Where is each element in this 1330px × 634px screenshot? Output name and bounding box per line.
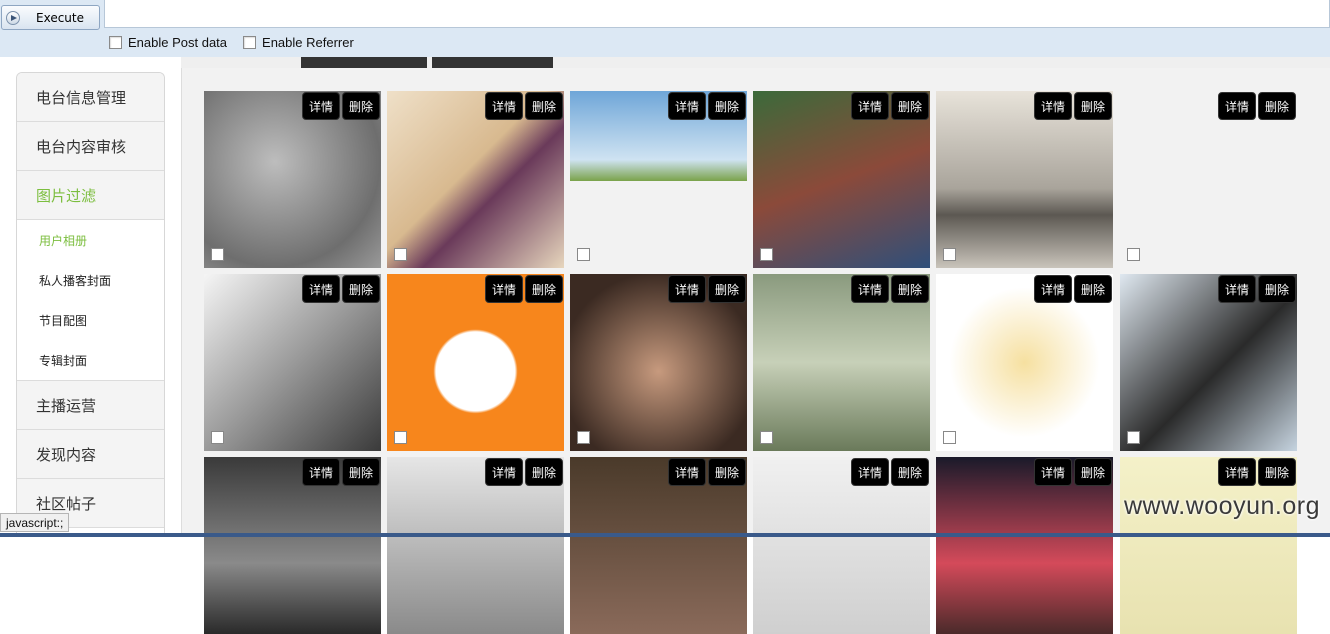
detail-button[interactable]: 详情 (668, 275, 706, 303)
photo-tile: 详情 删除 (570, 457, 747, 634)
photo-tile: 详情 删除 (387, 91, 564, 268)
detail-button[interactable]: 详情 (485, 92, 523, 120)
sidebar: 电台信息管理 电台内容审核 图片过滤 用户相册 私人播客封面 节目配图 专辑封面… (16, 72, 165, 537)
delete-button[interactable]: 删除 (891, 458, 929, 486)
enable-referrer-checkbox[interactable] (243, 36, 257, 49)
select-checkbox[interactable] (760, 431, 773, 444)
watermark: www.wooyun.org (1124, 492, 1320, 520)
url-input[interactable] (104, 0, 1330, 28)
hackbar-toolbar: Execute Enable Post data Enable Referrer (0, 0, 1330, 57)
top-tab-strip (181, 57, 1330, 68)
select-checkbox[interactable] (1127, 431, 1140, 444)
select-checkbox[interactable] (211, 248, 224, 261)
delete-button[interactable]: 删除 (342, 458, 380, 486)
delete-button[interactable]: 删除 (708, 458, 746, 486)
delete-button[interactable]: 删除 (1258, 92, 1296, 120)
photo-tile: 详情 删除 (753, 457, 930, 634)
delete-button[interactable]: 删除 (525, 458, 563, 486)
detail-button[interactable]: 详情 (485, 458, 523, 486)
detail-button[interactable]: 详情 (1218, 275, 1256, 303)
photo-tile: 详情 删除 (204, 274, 381, 451)
select-checkbox[interactable] (943, 248, 956, 261)
delete-button[interactable]: 删除 (708, 275, 746, 303)
sidebar-item-host-operations[interactable]: 主播运营 (17, 381, 164, 430)
delete-button[interactable]: 删除 (1074, 92, 1112, 120)
execute-label: Execute (36, 10, 84, 25)
detail-button[interactable]: 详情 (485, 275, 523, 303)
image-filter-submenu: 用户相册 私人播客封面 节目配图 专辑封面 (17, 220, 164, 381)
detail-button[interactable]: 详情 (1034, 275, 1072, 303)
play-icon (6, 10, 20, 25)
detail-button[interactable]: 详情 (1034, 92, 1072, 120)
delete-button[interactable]: 删除 (342, 275, 380, 303)
delete-button[interactable]: 删除 (342, 92, 380, 120)
taskbar (0, 533, 1330, 537)
photo-tile: 详情 删除 (570, 274, 747, 451)
hackbar-options: Enable Post data Enable Referrer (109, 35, 370, 50)
photo-tile: 详情 删除 (387, 457, 564, 634)
delete-button[interactable]: 删除 (891, 92, 929, 120)
delete-button[interactable]: 删除 (1074, 458, 1112, 486)
enable-referrer-option[interactable]: Enable Referrer (243, 35, 354, 50)
sub-item-album-cover[interactable]: 专辑封面 (17, 340, 164, 380)
photo-tile: 详情 删除 (204, 457, 381, 634)
photo-tile: 详情 删除 (570, 91, 747, 268)
detail-button[interactable]: 详情 (1218, 458, 1256, 486)
detail-button[interactable]: 详情 (302, 275, 340, 303)
select-checkbox[interactable] (577, 431, 590, 444)
delete-button[interactable]: 删除 (1258, 458, 1296, 486)
detail-button[interactable]: 详情 (851, 92, 889, 120)
photo-tile: 详情 删除 (1120, 457, 1297, 634)
sub-item-podcast-cover[interactable]: 私人播客封面 (17, 260, 164, 300)
top-tab[interactable] (432, 57, 553, 68)
photo-tile: 详情 删除 (936, 274, 1113, 451)
sidebar-item-image-filter[interactable]: 图片过滤 (17, 171, 164, 220)
detail-button[interactable]: 详情 (1034, 458, 1072, 486)
detail-button[interactable]: 详情 (851, 275, 889, 303)
select-checkbox[interactable] (943, 431, 956, 444)
sub-item-user-album[interactable]: 用户相册 (17, 220, 164, 260)
delete-button[interactable]: 删除 (1258, 275, 1296, 303)
execute-button[interactable]: Execute (1, 5, 100, 30)
enable-post-data-checkbox[interactable] (109, 36, 122, 49)
top-tab[interactable] (301, 57, 427, 68)
detail-button[interactable]: 详情 (1218, 92, 1256, 120)
photo-tile: 详情 删除 (753, 91, 930, 268)
photo-tile: 详情 删除 (936, 457, 1113, 634)
select-checkbox[interactable] (394, 248, 407, 261)
photo-tile: 详情 删除 (1120, 274, 1297, 451)
enable-post-data-label: Enable Post data (128, 35, 228, 50)
select-checkbox[interactable] (760, 248, 773, 261)
select-checkbox[interactable] (394, 431, 407, 444)
sidebar-item-discover[interactable]: 发现内容 (17, 430, 164, 479)
select-checkbox[interactable] (577, 248, 590, 261)
delete-button[interactable]: 删除 (525, 92, 563, 120)
sidebar-item-station-info[interactable]: 电台信息管理 (17, 73, 164, 122)
photo-tile: 详情 删除 (753, 274, 930, 451)
detail-button[interactable]: 详情 (668, 92, 706, 120)
delete-button[interactable]: 删除 (1074, 275, 1112, 303)
admin-page: 电台信息管理 电台内容审核 图片过滤 用户相册 私人播客封面 节目配图 专辑封面… (0, 57, 1330, 634)
detail-button[interactable]: 详情 (302, 92, 340, 120)
sub-item-program-image[interactable]: 节目配图 (17, 300, 164, 340)
enable-referrer-label: Enable Referrer (262, 35, 354, 50)
delete-button[interactable]: 删除 (525, 275, 563, 303)
delete-button[interactable]: 删除 (708, 92, 746, 120)
detail-button[interactable]: 详情 (851, 458, 889, 486)
photo-tile: 详情 删除 (204, 91, 381, 268)
delete-button[interactable]: 删除 (891, 275, 929, 303)
status-bar: javascript:; (0, 513, 70, 532)
sidebar-item-content-review[interactable]: 电台内容审核 (17, 122, 164, 171)
detail-button[interactable]: 详情 (668, 458, 706, 486)
select-checkbox[interactable] (1127, 248, 1140, 261)
photo-tile: 详情 删除 (387, 274, 564, 451)
detail-button[interactable]: 详情 (302, 458, 340, 486)
enable-post-data-option[interactable]: Enable Post data (109, 35, 227, 50)
select-checkbox[interactable] (211, 431, 224, 444)
photo-tile: 详情 删除 (1120, 91, 1297, 268)
photo-tile: 详情 删除 (936, 91, 1113, 268)
